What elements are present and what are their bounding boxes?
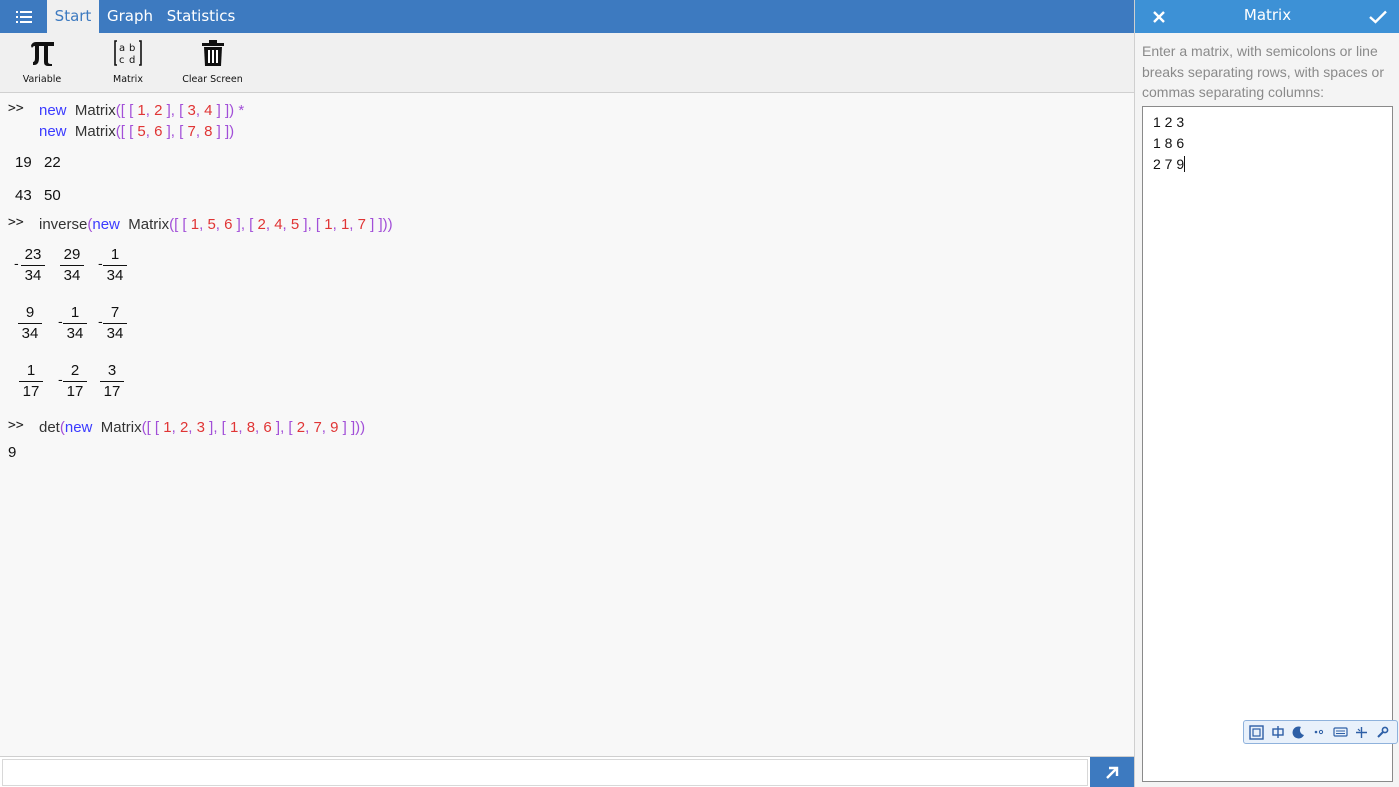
ime-logo-icon[interactable] <box>1248 724 1265 741</box>
top-bar: Start Graph Statistics <box>0 0 1134 33</box>
chinese-mode-icon[interactable] <box>1269 724 1286 741</box>
menu-icon <box>15 10 32 23</box>
result-cell: 19 <box>15 154 32 171</box>
entry2-input: inverse(new Matrix([ [ 1, 5, 6 ], [ 2, 4… <box>39 216 393 233</box>
submit-button[interactable] <box>1090 757 1134 787</box>
close-button[interactable] <box>1145 0 1173 33</box>
svg-text:c: c <box>119 55 125 66</box>
matrix-input-area[interactable]: 1 2 3 1 8 6 2 7 9 <box>1142 106 1393 782</box>
matrix-icon: a b c d <box>114 40 142 66</box>
matrix-line: 1 2 3 <box>1153 114 1185 130</box>
clear-screen-button[interactable]: Clear Screen <box>175 33 250 93</box>
menu-button[interactable] <box>0 0 47 33</box>
fraction: 2 17 <box>60 361 90 402</box>
console-prompt: >> <box>8 101 24 116</box>
fraction: 23 34 <box>18 245 48 286</box>
panel-header: Matrix <box>1135 0 1399 33</box>
entry1-input-line2: new Matrix([ [ 5, 6 ], [ 7, 8 ] ]) <box>39 123 235 140</box>
app-window: Start Graph Statistics Variable a b c d … <box>0 0 1399 787</box>
variable-label: Variable <box>22 74 62 85</box>
fraction: 1 34 <box>100 245 130 286</box>
keyboard-icon[interactable] <box>1332 724 1349 741</box>
matrix-panel: Matrix Enter a matrix, with semicolons o… <box>1134 0 1399 787</box>
punctuation-icon[interactable] <box>1311 724 1328 741</box>
svg-text:a: a <box>119 43 125 54</box>
fraction: 1 17 <box>16 361 46 402</box>
arrow-up-right-icon <box>1106 766 1119 779</box>
checkmark-icon <box>1369 10 1387 24</box>
result-cell: 22 <box>44 154 61 171</box>
matrix-line: 1 8 6 <box>1153 135 1185 151</box>
panel-description: Enter a matrix, with semicolons or line … <box>1142 43 1384 100</box>
ribbon-toolbar: Variable a b c d Matrix Clear Screen <box>0 33 1134 93</box>
main-area: Start Graph Statistics Variable a b c d … <box>0 0 1134 787</box>
command-input[interactable] <box>2 759 1088 786</box>
tab-statistics[interactable]: Statistics <box>161 0 241 33</box>
trash-icon <box>201 40 224 66</box>
result-cell: 43 <box>15 187 32 204</box>
fraction: 7 34 <box>100 303 130 344</box>
variable-button[interactable]: Variable <box>12 33 72 93</box>
matrix-line: 2 7 9 <box>1153 156 1185 172</box>
clear-screen-label: Clear Screen <box>182 74 243 85</box>
entry3-input: det(new Matrix([ [ 1, 2, 3 ], [ 1, 8, 6 … <box>39 419 366 436</box>
matrix-button[interactable]: a b c d Matrix <box>98 33 158 93</box>
matrix-text: 1 2 3 1 8 6 2 7 9 <box>1153 112 1186 175</box>
tools-icon[interactable] <box>1353 724 1370 741</box>
console-prompt: >> <box>8 215 24 230</box>
matrix-label: Matrix <box>113 74 143 85</box>
tab-graph[interactable]: Graph <box>99 0 161 33</box>
svg-text:b: b <box>129 43 135 54</box>
fraction: 29 34 <box>57 245 87 286</box>
ime-toolbar <box>1243 720 1398 744</box>
moon-icon[interactable] <box>1290 724 1307 741</box>
pi-icon <box>31 42 54 66</box>
console-output: >> new Matrix([ [ 1, 2 ], [ 3, 4 ] ]) * … <box>0 94 1134 754</box>
determinant-result: 9 <box>8 444 17 461</box>
text-caret <box>1184 156 1186 172</box>
result-cell: 50 <box>44 187 61 204</box>
wrench-icon[interactable] <box>1374 724 1391 741</box>
command-bar <box>0 756 1134 787</box>
panel-title: Matrix <box>1243 6 1292 24</box>
entry1-input-line1: new Matrix([ [ 1, 2 ], [ 3, 4 ] ]) * <box>39 102 245 119</box>
fraction: 9 34 <box>15 303 45 344</box>
confirm-button[interactable] <box>1363 0 1393 33</box>
svg-text:d: d <box>129 55 135 66</box>
fraction: 3 17 <box>97 361 127 402</box>
console-prompt: >> <box>8 418 24 433</box>
close-icon <box>1153 10 1165 23</box>
tab-start[interactable]: Start <box>47 0 99 33</box>
fraction: 1 34 <box>60 303 90 344</box>
